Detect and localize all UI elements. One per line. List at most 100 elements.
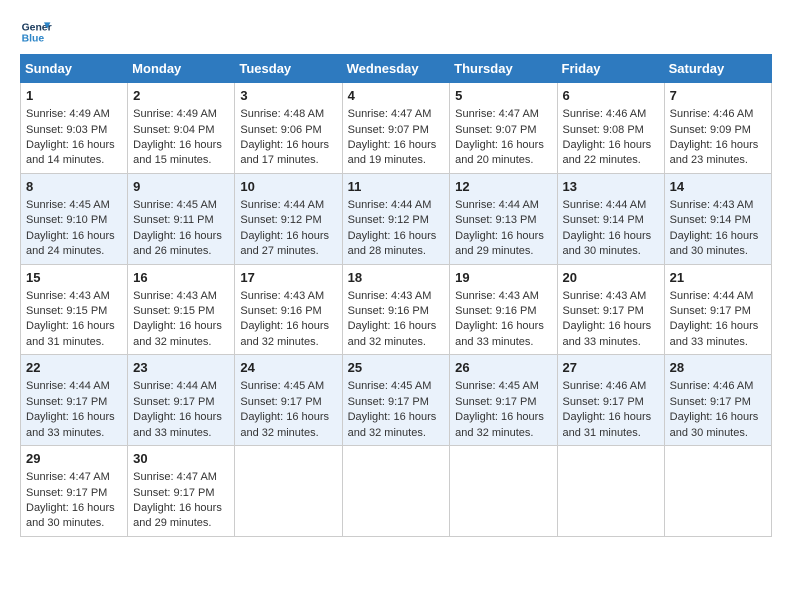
day-number: 9 (133, 178, 229, 196)
svg-text:Blue: Blue (22, 34, 45, 45)
day-info-line: Sunset: 9:06 PM (240, 123, 336, 138)
day-info-line: Sunset: 9:16 PM (348, 304, 445, 319)
day-info-line: Sunrise: 4:45 AM (348, 379, 445, 394)
day-info-line: Daylight: 16 hours (133, 138, 229, 153)
day-info-line: Sunset: 9:17 PM (240, 395, 336, 410)
day-info-line: Sunrise: 4:44 AM (240, 198, 336, 213)
day-info-line: Sunset: 9:04 PM (133, 123, 229, 138)
calendar-cell: 12Sunrise: 4:44 AMSunset: 9:13 PMDayligh… (450, 173, 557, 264)
calendar-cell: 8Sunrise: 4:45 AMSunset: 9:10 PMDaylight… (21, 173, 128, 264)
day-info-line: and 29 minutes. (455, 244, 551, 259)
calendar-cell: 5Sunrise: 4:47 AMSunset: 9:07 PMDaylight… (450, 83, 557, 174)
day-number: 26 (455, 359, 551, 377)
day-info-line: Daylight: 16 hours (26, 229, 122, 244)
day-info-line: Daylight: 16 hours (455, 138, 551, 153)
day-number: 2 (133, 87, 229, 105)
day-header-monday: Monday (128, 55, 235, 83)
day-info-line: Sunset: 9:12 PM (240, 213, 336, 228)
calendar-cell: 17Sunrise: 4:43 AMSunset: 9:16 PMDayligh… (235, 264, 342, 355)
day-info-line: Sunrise: 4:43 AM (563, 289, 659, 304)
calendar-cell: 10Sunrise: 4:44 AMSunset: 9:12 PMDayligh… (235, 173, 342, 264)
day-info-line: and 33 minutes. (133, 426, 229, 441)
day-header-saturday: Saturday (664, 55, 771, 83)
day-info-line: Sunset: 9:16 PM (455, 304, 551, 319)
day-info-line: Sunrise: 4:47 AM (455, 107, 551, 122)
day-info-line: Sunrise: 4:47 AM (26, 470, 122, 485)
day-info-line: and 30 minutes. (670, 426, 766, 441)
calendar-cell: 15Sunrise: 4:43 AMSunset: 9:15 PMDayligh… (21, 264, 128, 355)
day-info-line: and 33 minutes. (455, 335, 551, 350)
calendar-cell: 25Sunrise: 4:45 AMSunset: 9:17 PMDayligh… (342, 355, 450, 446)
day-info-line: and 15 minutes. (133, 153, 229, 168)
day-number: 24 (240, 359, 336, 377)
day-number: 23 (133, 359, 229, 377)
calendar-cell (450, 446, 557, 537)
day-info-line: Sunrise: 4:43 AM (348, 289, 445, 304)
day-number: 16 (133, 269, 229, 287)
day-info-line: Sunrise: 4:46 AM (670, 379, 766, 394)
logo-icon: General Blue (20, 16, 52, 48)
day-number: 13 (563, 178, 659, 196)
day-info-line: Daylight: 16 hours (26, 501, 122, 516)
day-info-line: and 20 minutes. (455, 153, 551, 168)
day-info-line: and 23 minutes. (670, 153, 766, 168)
day-info-line: Sunrise: 4:45 AM (240, 379, 336, 394)
day-info-line: Sunset: 9:17 PM (133, 486, 229, 501)
day-number: 6 (563, 87, 659, 105)
calendar-cell (342, 446, 450, 537)
day-number: 19 (455, 269, 551, 287)
day-info-line: Daylight: 16 hours (26, 410, 122, 425)
day-info-line: Sunset: 9:17 PM (348, 395, 445, 410)
day-info-line: and 33 minutes. (26, 426, 122, 441)
day-info-line: Sunset: 9:17 PM (26, 395, 122, 410)
calendar-cell: 7Sunrise: 4:46 AMSunset: 9:09 PMDaylight… (664, 83, 771, 174)
day-info-line: and 33 minutes. (563, 335, 659, 350)
day-info-line: Sunrise: 4:49 AM (26, 107, 122, 122)
day-info-line: Sunrise: 4:44 AM (670, 289, 766, 304)
day-header-tuesday: Tuesday (235, 55, 342, 83)
day-info-line: Sunrise: 4:44 AM (26, 379, 122, 394)
day-info-line: and 17 minutes. (240, 153, 336, 168)
day-info-line: Sunrise: 4:45 AM (455, 379, 551, 394)
day-number: 11 (348, 178, 445, 196)
calendar-cell: 26Sunrise: 4:45 AMSunset: 9:17 PMDayligh… (450, 355, 557, 446)
day-number: 27 (563, 359, 659, 377)
day-number: 3 (240, 87, 336, 105)
day-info-line: Sunset: 9:17 PM (26, 486, 122, 501)
day-info-line: and 32 minutes. (240, 335, 336, 350)
day-header-sunday: Sunday (21, 55, 128, 83)
calendar-cell: 28Sunrise: 4:46 AMSunset: 9:17 PMDayligh… (664, 355, 771, 446)
day-info-line: and 27 minutes. (240, 244, 336, 259)
day-info-line: Daylight: 16 hours (455, 229, 551, 244)
day-info-line: Daylight: 16 hours (133, 501, 229, 516)
day-number: 10 (240, 178, 336, 196)
day-info-line: Sunset: 9:11 PM (133, 213, 229, 228)
day-info-line: Daylight: 16 hours (670, 319, 766, 334)
day-info-line: Daylight: 16 hours (240, 410, 336, 425)
calendar-cell: 16Sunrise: 4:43 AMSunset: 9:15 PMDayligh… (128, 264, 235, 355)
day-info-line: and 32 minutes. (348, 426, 445, 441)
day-number: 7 (670, 87, 766, 105)
calendar-cell: 3Sunrise: 4:48 AMSunset: 9:06 PMDaylight… (235, 83, 342, 174)
day-info-line: and 32 minutes. (133, 335, 229, 350)
day-info-line: Daylight: 16 hours (563, 138, 659, 153)
day-info-line: Sunset: 9:15 PM (133, 304, 229, 319)
day-number: 20 (563, 269, 659, 287)
calendar-cell: 20Sunrise: 4:43 AMSunset: 9:17 PMDayligh… (557, 264, 664, 355)
day-info-line: Sunrise: 4:47 AM (133, 470, 229, 485)
day-info-line: Sunrise: 4:43 AM (26, 289, 122, 304)
day-info-line: and 32 minutes. (455, 426, 551, 441)
calendar-cell (235, 446, 342, 537)
calendar-cell: 11Sunrise: 4:44 AMSunset: 9:12 PMDayligh… (342, 173, 450, 264)
day-number: 15 (26, 269, 122, 287)
day-info-line: Sunset: 9:14 PM (563, 213, 659, 228)
calendar-cell: 30Sunrise: 4:47 AMSunset: 9:17 PMDayligh… (128, 446, 235, 537)
calendar-cell: 14Sunrise: 4:43 AMSunset: 9:14 PMDayligh… (664, 173, 771, 264)
calendar-cell: 19Sunrise: 4:43 AMSunset: 9:16 PMDayligh… (450, 264, 557, 355)
day-info-line: Sunset: 9:17 PM (563, 304, 659, 319)
day-info-line: Daylight: 16 hours (348, 410, 445, 425)
day-number: 5 (455, 87, 551, 105)
day-info-line: Sunrise: 4:44 AM (133, 379, 229, 394)
day-info-line: and 31 minutes. (26, 335, 122, 350)
day-info-line: and 28 minutes. (348, 244, 445, 259)
